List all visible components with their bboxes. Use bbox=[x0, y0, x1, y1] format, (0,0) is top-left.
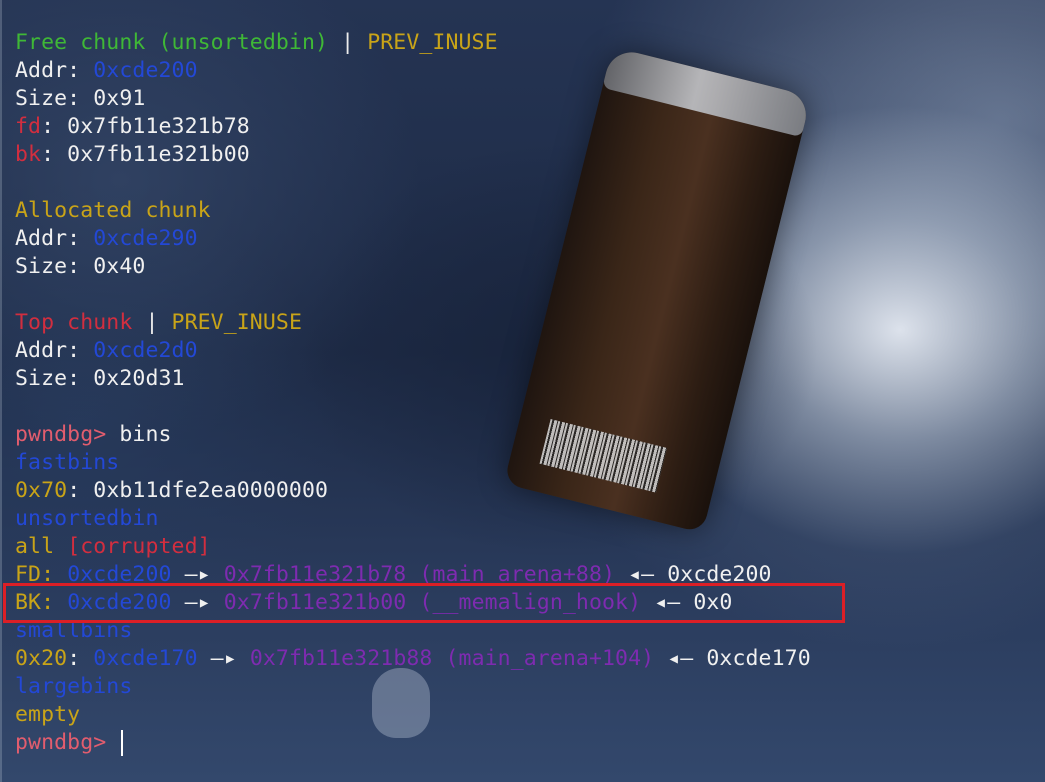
largebins-value: empty bbox=[15, 701, 1045, 729]
command-text: bins bbox=[106, 422, 172, 447]
free-chunk-title: Free chunk (unsortedbin) bbox=[15, 30, 329, 55]
bk-highlight-box bbox=[3, 583, 845, 623]
free-chunk-size: Size: 0x91 bbox=[15, 85, 1045, 113]
addr-value: 0xcde290 bbox=[93, 226, 198, 251]
pwndbg-prompt: pwndbg> bbox=[15, 730, 107, 755]
unsortedbin-label: unsortedbin bbox=[15, 506, 159, 531]
unsortedbin-header: unsortedbin bbox=[15, 505, 1045, 533]
addr-label: Addr: bbox=[15, 338, 94, 363]
separator: | bbox=[328, 30, 368, 55]
top-chunk-header: Top chunk | PREV_INUSE bbox=[15, 309, 1045, 337]
top-chunk-title: Top chunk bbox=[15, 310, 133, 335]
top-chunk-addr: Addr: 0xcde2d0 bbox=[15, 337, 1045, 365]
arrow: —▸ bbox=[197, 646, 250, 671]
allocated-chunk-addr: Addr: 0xcde290 bbox=[15, 225, 1045, 253]
free-chunk-bk: bk: 0x7fb11e321b00 bbox=[15, 141, 1045, 169]
addr-label: Addr: bbox=[15, 226, 94, 251]
smallbin-entry: 0x20: 0xcde170 —▸ 0x7fb11e321b88 (main_a… bbox=[15, 645, 1045, 673]
largebins-header: largebins bbox=[15, 673, 1045, 701]
terminal-output[interactable]: Free chunk (unsortedbin) | PREV_INUSE Ad… bbox=[15, 29, 1045, 757]
unsortedbin-all: all [corrupted] bbox=[15, 533, 1045, 561]
separator: | bbox=[132, 310, 172, 335]
fastbin-entry: 0x70: 0xb11dfe2ea0000000 bbox=[15, 477, 1045, 505]
size-label: Size: bbox=[15, 86, 94, 111]
pwndbg-prompt: pwndbg> bbox=[15, 422, 107, 447]
addr-value: 0xcde2d0 bbox=[93, 338, 198, 363]
all-label: all bbox=[15, 534, 55, 559]
bin-size: 0x70 bbox=[15, 478, 68, 503]
size-value: 0x40 bbox=[93, 254, 146, 279]
text-cursor[interactable] bbox=[121, 730, 124, 756]
size-value: 0x20d31 bbox=[93, 366, 185, 391]
free-chunk-header: Free chunk (unsortedbin) | PREV_INUSE bbox=[15, 29, 1045, 57]
fd-value: : 0x7fb11e321b78 bbox=[41, 114, 250, 139]
empty-label: empty bbox=[15, 702, 81, 727]
size-label: Size: bbox=[15, 254, 94, 279]
bin-back: ◂— 0xcde170 bbox=[654, 646, 811, 671]
size-value: 0x91 bbox=[93, 86, 146, 111]
bin-value: : 0xb11dfe2ea0000000 bbox=[67, 478, 329, 503]
free-chunk-addr: Addr: 0xcde200 bbox=[15, 57, 1045, 85]
allocated-chunk-header: Allocated chunk bbox=[15, 197, 1045, 225]
largebins-label: largebins bbox=[15, 674, 133, 699]
input-prompt-line[interactable]: pwndbg> bbox=[15, 729, 1045, 757]
addr-value: 0xcde200 bbox=[93, 58, 198, 83]
bin-size: 0x20 bbox=[15, 646, 68, 671]
allocated-chunk-title: Allocated chunk bbox=[15, 198, 211, 223]
fd-label: fd bbox=[15, 114, 42, 139]
bk-label: bk bbox=[15, 142, 42, 167]
bk-value: : 0x7fb11e321b00 bbox=[41, 142, 250, 167]
fastbins-label: fastbins bbox=[15, 450, 120, 475]
fastbins-header: fastbins bbox=[15, 449, 1045, 477]
bin-target: 0x7fb11e321b88 (main_arena+104) bbox=[249, 646, 655, 671]
free-chunk-fd: fd: 0x7fb11e321b78 bbox=[15, 113, 1045, 141]
prev-inuse-flag: PREV_INUSE bbox=[171, 310, 302, 335]
corrupted-label: [corrupted] bbox=[67, 534, 211, 559]
separator: : bbox=[67, 646, 94, 671]
bin-addr: 0xcde170 bbox=[93, 646, 198, 671]
size-label: Size: bbox=[15, 366, 94, 391]
bins-command-line: pwndbg> bins bbox=[15, 421, 1045, 449]
addr-label: Addr: bbox=[15, 58, 94, 83]
window-left-border bbox=[0, 0, 2, 782]
prev-inuse-flag: PREV_INUSE bbox=[367, 30, 498, 55]
allocated-chunk-size: Size: 0x40 bbox=[15, 253, 1045, 281]
top-chunk-size: Size: 0x20d31 bbox=[15, 365, 1045, 393]
